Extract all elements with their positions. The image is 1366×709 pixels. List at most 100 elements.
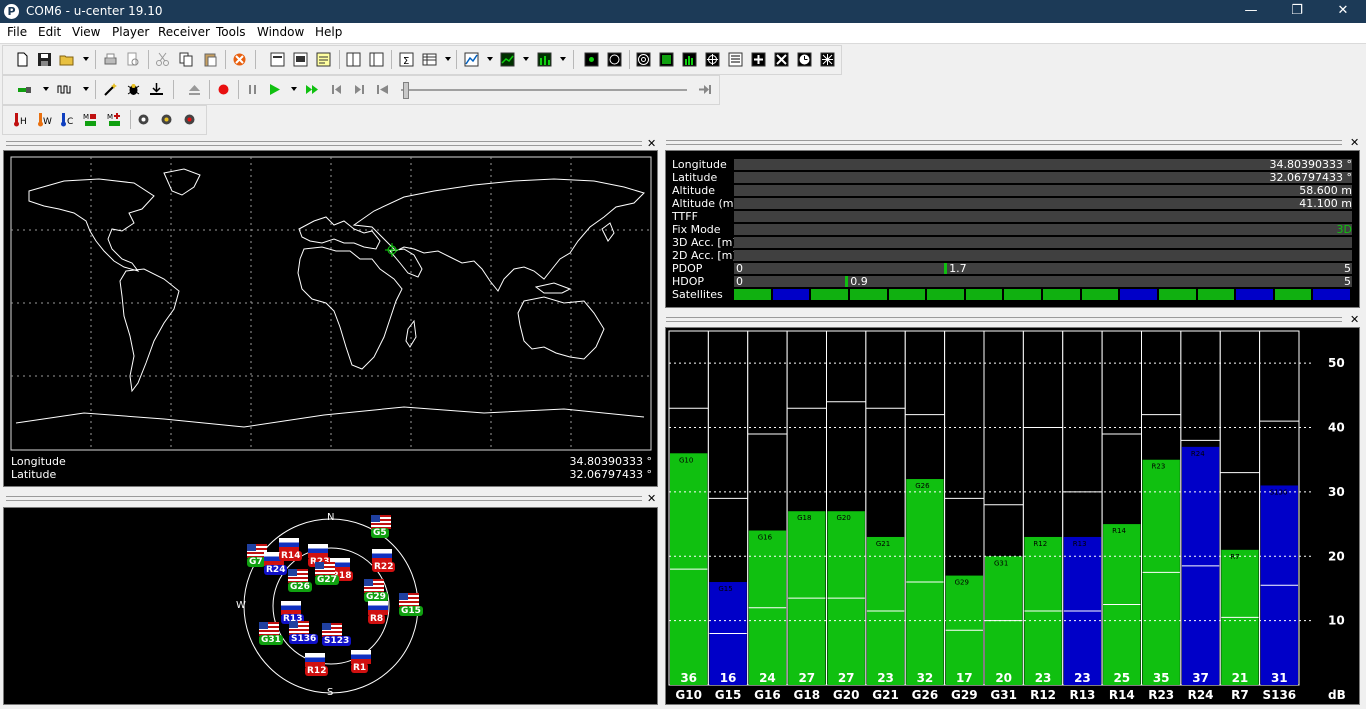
nav-max-8: 5	[1344, 262, 1351, 275]
star-view-icon[interactable]	[820, 52, 835, 67]
menu-window[interactable]: Window	[257, 25, 304, 39]
jump-end-icon[interactable]	[697, 82, 712, 97]
map-close-icon[interactable]: ✕	[647, 138, 656, 149]
chart-dropdown-icon[interactable]	[487, 57, 493, 61]
nav-value-5: 3D	[1336, 223, 1352, 236]
debug-icon[interactable]	[126, 82, 141, 97]
world-map-icon[interactable]	[659, 52, 674, 67]
autobauding-icon[interactable]	[103, 82, 118, 97]
sky-close-icon[interactable]: ✕	[647, 493, 656, 504]
open-folder-icon[interactable]	[59, 52, 74, 67]
camera-view-icon[interactable]	[751, 52, 766, 67]
sky-satellite-label[interactable]: G15	[399, 606, 423, 616]
split-view-2-icon[interactable]	[369, 52, 384, 67]
fast-forward-icon[interactable]	[305, 82, 320, 97]
line-chart-dropdown-icon[interactable]	[523, 57, 529, 61]
statistics-icon[interactable]: Σ	[399, 52, 414, 67]
hot-start-icon[interactable]: H	[13, 112, 28, 127]
panel-grip[interactable]	[666, 317, 1342, 322]
receiver-config-2-icon[interactable]	[159, 112, 174, 127]
baudrate-icon[interactable]	[57, 82, 72, 97]
sky-satellite-label[interactable]: S123	[322, 636, 352, 646]
text-console-icon[interactable]	[316, 52, 331, 67]
docking-window-icon[interactable]	[270, 52, 285, 67]
signal-strength-icon[interactable]	[682, 52, 697, 67]
paste-icon[interactable]	[203, 52, 218, 67]
menu-receiver[interactable]: Receiver	[158, 25, 210, 39]
sky-satellite-label[interactable]: R14	[279, 551, 303, 561]
step-forward-icon[interactable]	[352, 82, 367, 97]
chart-view-icon[interactable]	[464, 52, 479, 67]
menu-help[interactable]: Help	[315, 25, 342, 39]
step-back-icon[interactable]	[329, 82, 344, 97]
table-dropdown-icon[interactable]	[445, 57, 451, 61]
sky-satellite-label[interactable]: R1	[351, 663, 369, 673]
rewind-start-icon[interactable]	[375, 82, 390, 97]
menu-player[interactable]: Player	[112, 25, 149, 39]
sky-satellite-label[interactable]: R24	[264, 565, 288, 575]
cold-start-icon[interactable]: C	[60, 112, 75, 127]
connection-icon[interactable]	[17, 82, 32, 97]
signal-close-icon[interactable]: ✕	[1350, 314, 1359, 325]
line-chart-icon[interactable]	[500, 52, 515, 67]
print-icon[interactable]	[103, 52, 118, 67]
gnss-config-2-icon[interactable]: M	[107, 112, 122, 127]
sky-view-panel[interactable]: N S W G5G7R24R14R23R18R22G26G27G29G15R13…	[3, 507, 658, 705]
connection-dropdown-icon[interactable]	[43, 87, 49, 91]
close-button[interactable]: ✕	[1320, 0, 1366, 23]
table-view-icon[interactable]	[422, 52, 437, 67]
panel-grip[interactable]	[6, 496, 642, 501]
split-view-icon[interactable]	[346, 52, 361, 67]
print-preview-icon[interactable]	[125, 52, 140, 67]
sky-satellite-label[interactable]: G7	[247, 557, 265, 567]
sky-satellite-label[interactable]: G5	[371, 528, 389, 538]
message-view-icon[interactable]	[293, 52, 308, 67]
record-file-icon[interactable]	[232, 52, 247, 67]
pause-icon[interactable]	[245, 82, 260, 97]
save-icon[interactable]	[37, 52, 52, 67]
sky-satellite-label[interactable]: R12	[305, 666, 329, 676]
signal-bar-id-label: G16	[758, 534, 773, 542]
cross-view-icon[interactable]	[774, 52, 789, 67]
deviation-map-icon[interactable]	[705, 52, 720, 67]
menu-file[interactable]: File	[7, 25, 27, 39]
data-view-icon[interactable]	[728, 52, 743, 67]
sky-satellite-label[interactable]: R8	[368, 614, 386, 624]
baudrate-dropdown-icon[interactable]	[83, 87, 89, 91]
clock-view-icon[interactable]	[797, 52, 812, 67]
sky-satellite-label[interactable]: G27	[315, 575, 339, 585]
open-dropdown-icon[interactable]	[83, 57, 89, 61]
sky-satellite-label[interactable]: G31	[259, 635, 283, 645]
menu-edit[interactable]: Edit	[38, 25, 61, 39]
sky-view-icon[interactable]	[636, 52, 651, 67]
sky-satellite-label[interactable]: R22	[372, 562, 396, 572]
new-file-icon[interactable]	[15, 52, 30, 67]
receiver-config-3-icon[interactable]	[182, 112, 197, 127]
sky-satellite-label[interactable]: G26	[288, 582, 312, 592]
panel-grip[interactable]	[6, 141, 642, 146]
download-icon[interactable]	[149, 82, 164, 97]
nav-close-icon[interactable]: ✕	[1350, 137, 1359, 148]
eject-icon[interactable]	[187, 82, 202, 97]
map-view-icon[interactable]	[584, 52, 599, 67]
record-icon[interactable]	[216, 82, 231, 97]
playback-slider-track[interactable]	[401, 89, 687, 91]
warm-start-icon[interactable]: W	[37, 112, 52, 127]
compass-view-icon[interactable]	[607, 52, 622, 67]
minimize-button[interactable]: —	[1228, 0, 1274, 23]
cut-icon[interactable]	[155, 52, 170, 67]
bar-chart-icon[interactable]	[537, 52, 552, 67]
panel-grip[interactable]	[666, 140, 1342, 145]
play-dropdown-icon[interactable]	[291, 87, 297, 91]
bar-chart-dropdown-icon[interactable]	[560, 57, 566, 61]
copy-icon[interactable]	[179, 52, 194, 67]
menu-tools[interactable]: Tools	[216, 25, 246, 39]
playback-slider-thumb[interactable]	[403, 82, 409, 99]
gnss-config-icon[interactable]: M	[83, 112, 98, 127]
play-icon[interactable]	[267, 82, 282, 97]
world-map-panel[interactable]: Longitude Latitude 34.80390333 ° 32.0679…	[3, 150, 658, 487]
menu-view[interactable]: View	[72, 25, 100, 39]
receiver-config-icon[interactable]	[136, 112, 151, 127]
restore-button[interactable]: ❐	[1274, 0, 1320, 23]
sky-satellite-label[interactable]: S136	[289, 634, 319, 644]
